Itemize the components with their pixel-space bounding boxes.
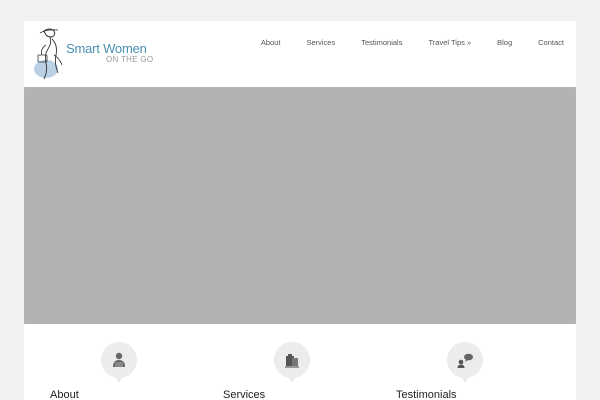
luggage-icon[interactable]: [274, 342, 310, 383]
speech-bubbles-icon[interactable]: [447, 342, 483, 383]
feature-about: About: [24, 324, 184, 400]
hero-image-placeholder: [34, 97, 566, 314]
feature-services: Services: [204, 324, 364, 400]
woman-icon[interactable]: [101, 342, 137, 383]
feature-title-services: Services: [223, 389, 266, 400]
nav-item-contact[interactable]: Contact: [538, 38, 564, 47]
page: Smart Women ON THE GO About Services Tes…: [24, 21, 576, 400]
logo-title: Smart Women: [66, 41, 147, 56]
nav-item-services[interactable]: Services: [306, 38, 335, 47]
features-section: About Services Testimonials: [24, 324, 576, 400]
nav-item-blog[interactable]: Blog: [497, 38, 512, 47]
site-logo[interactable]: Smart Women ON THE GO: [32, 25, 172, 83]
hero-banner: [24, 87, 576, 324]
nav-item-about[interactable]: About: [261, 38, 281, 47]
nav-item-testimonials[interactable]: Testimonials: [361, 38, 402, 47]
feature-title-testimonials: Testimonials: [396, 389, 457, 400]
nav-item-travel-tips[interactable]: Travel Tips »: [428, 38, 471, 47]
feature-title-about: About: [50, 389, 79, 400]
logo-tagline: ON THE GO: [106, 55, 154, 64]
feature-testimonials: Testimonials: [376, 324, 536, 400]
site-header: Smart Women ON THE GO About Services Tes…: [24, 21, 576, 87]
main-nav: About Services Testimonials Travel Tips …: [235, 35, 564, 49]
